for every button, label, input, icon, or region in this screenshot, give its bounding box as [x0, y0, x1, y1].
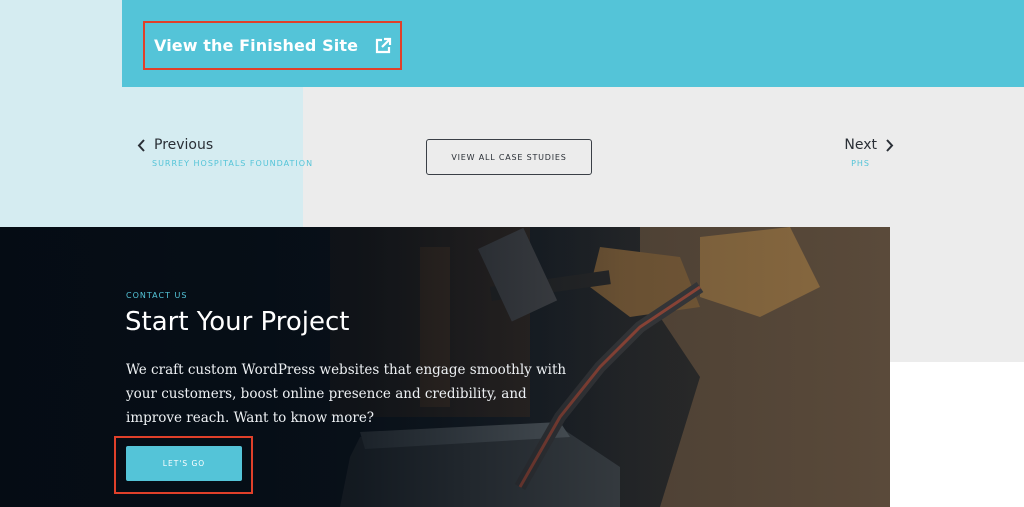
view-finished-site-link[interactable]: View the Finished Site — [143, 21, 402, 70]
contact-section: CONTACT US Start Your Project We craft c… — [0, 227, 890, 507]
previous-case-study-link[interactable]: Previous SURREY HOSPITALS FOUNDATION — [137, 137, 313, 168]
previous-label: Previous — [154, 137, 214, 153]
next-case-study-link[interactable]: Next PHS — [844, 137, 894, 168]
previous-case-name: SURREY HOSPITALS FOUNDATION — [152, 159, 314, 168]
contact-eyebrow: CONTACT US — [126, 291, 188, 300]
chevron-right-icon — [886, 138, 894, 152]
next-label: Next — [844, 137, 877, 153]
chevron-left-icon — [137, 138, 145, 152]
external-link-icon — [375, 37, 392, 53]
next-case-name: PHS — [851, 159, 870, 168]
lets-go-button[interactable]: LET'S GO — [126, 446, 242, 481]
view-finished-site-label: View the Finished Site — [154, 36, 359, 55]
contact-title: Start Your Project — [125, 307, 350, 337]
contact-description: We craft custom WordPress websites that … — [126, 362, 567, 426]
view-all-case-studies-button[interactable]: VIEW ALL CASE STUDIES — [426, 139, 592, 175]
